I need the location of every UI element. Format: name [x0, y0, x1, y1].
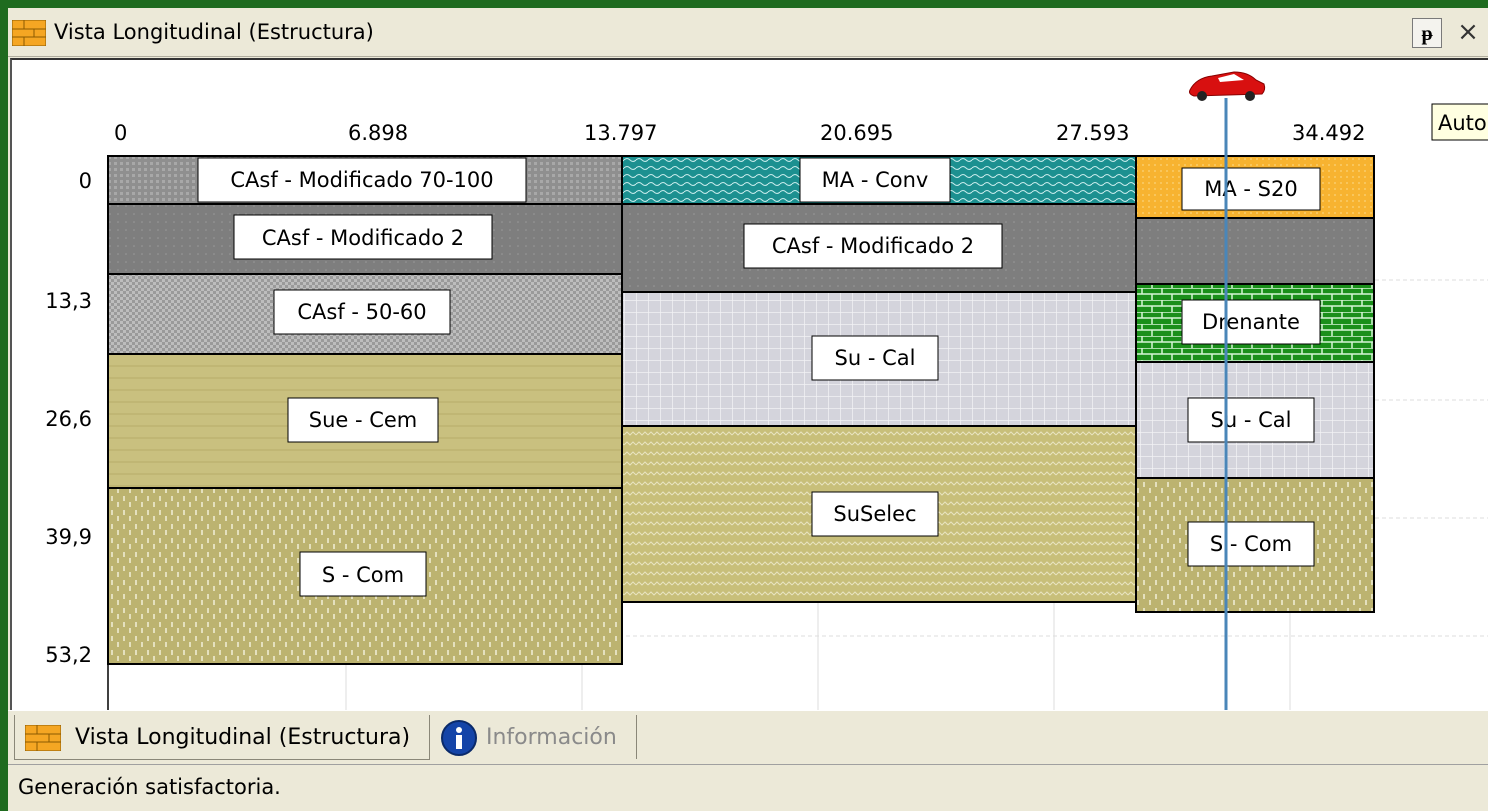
svg-text:Auto: Auto	[1438, 111, 1487, 135]
tab-structure-label: Vista Longitudinal (Estructura)	[75, 725, 411, 750]
main-window: Vista Longitudinal (Estructura) ᵽ × 0 6.…	[8, 8, 1488, 811]
structure-diagram: 0 6.898 13.797 20.695 27.593 34.492 0 13…	[45, 71, 1488, 712]
layer-label: MA - Conv	[822, 168, 929, 192]
x-tick-3: 20.695	[820, 121, 893, 145]
layer-label: S - Com	[322, 563, 404, 587]
layer-label: CAsf - Modificado 2	[262, 226, 464, 250]
x-tick-1: 6.898	[348, 121, 408, 145]
x-tick-0: 0	[114, 121, 127, 145]
structure-icon	[25, 725, 61, 751]
panel-title: Vista Longitudinal (Estructura)	[54, 20, 374, 44]
y-tick-4: 53,2	[45, 643, 92, 667]
tab-info[interactable]: Información	[436, 715, 637, 759]
pin-icon[interactable]: ᵽ	[1412, 18, 1442, 48]
tab-info-label: Información	[486, 725, 617, 750]
layer-label: MA - S20	[1204, 177, 1297, 201]
layer-label: Su - Cal	[1211, 408, 1292, 432]
layer-label: Drenante	[1202, 310, 1300, 334]
layer-label: S - Com	[1210, 532, 1292, 556]
car-icon[interactable]	[1189, 71, 1266, 101]
x-tick-2: 13.797	[584, 121, 657, 145]
panel-titlebar: Vista Longitudinal (Estructura) ᵽ ×	[8, 8, 1488, 57]
y-tick-1: 13,3	[45, 289, 92, 313]
y-tick-3: 39,9	[45, 525, 92, 549]
bottom-tabs: Vista Longitudinal (Estructura) Informac…	[8, 710, 1488, 763]
longitudinal-view-canvas[interactable]: 0 6.898 13.797 20.695 27.593 34.492 0 13…	[10, 58, 1488, 712]
close-icon[interactable]: ×	[1450, 16, 1486, 48]
status-text: Generación satisfactoria.	[18, 775, 281, 799]
y-tick-2: 26,6	[45, 407, 92, 431]
auto-tooltip: Auto	[1431, 103, 1488, 141]
layer-label: Sue - Cem	[309, 408, 418, 432]
layer-label: SuSelec	[833, 502, 916, 526]
layer-label: CAsf - Modificado 70-100	[230, 168, 493, 192]
layer-label: Su - Cal	[835, 346, 916, 370]
layer-label: CAsf - Modificado 2	[772, 234, 974, 258]
tab-structure[interactable]: Vista Longitudinal (Estructura)	[14, 715, 430, 760]
info-icon	[441, 720, 477, 756]
layer-label: CAsf - 50-60	[297, 300, 426, 324]
status-bar: Generación satisfactoria.	[8, 764, 1488, 811]
structure-icon	[12, 20, 46, 46]
x-tick-4: 27.593	[1056, 121, 1129, 145]
x-tick-5: 34.492	[1292, 121, 1365, 145]
y-tick-0: 0	[79, 169, 92, 193]
